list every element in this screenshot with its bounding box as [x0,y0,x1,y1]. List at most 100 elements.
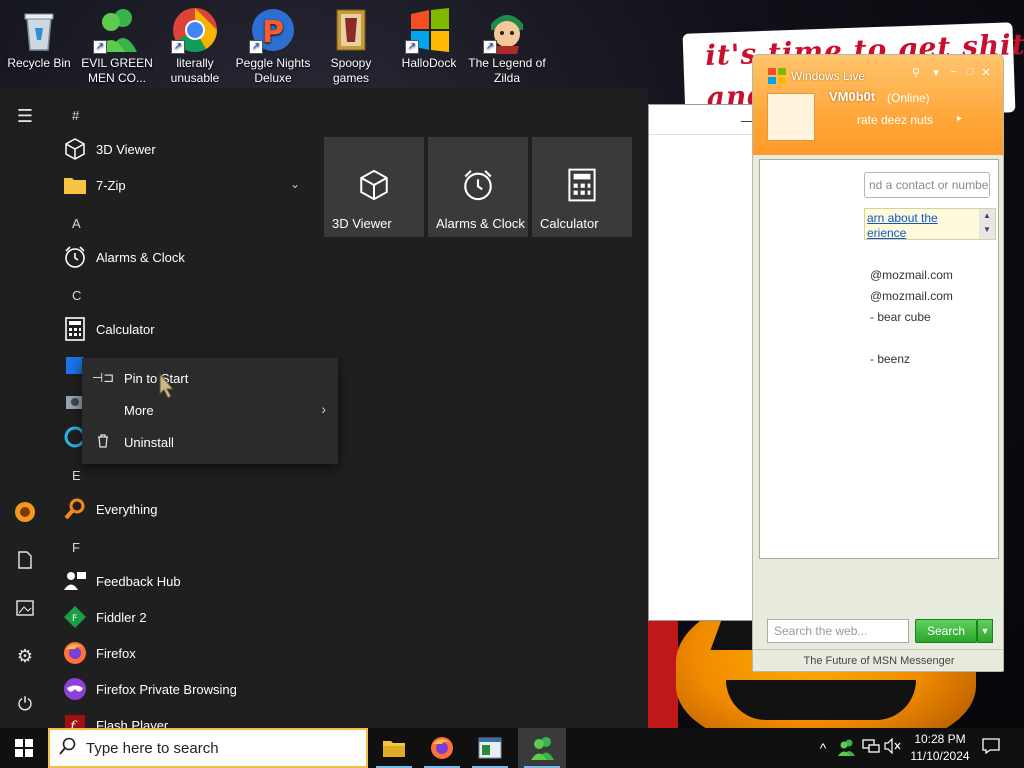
app-label: 3D Viewer [96,141,156,157]
search-contacts-input[interactable]: nd a contact or numbe [864,172,990,198]
messenger-status[interactable]: (Online) [887,91,930,105]
pin-to-start-item[interactable]: ⊣⊐ Pin to Start [82,362,338,394]
web-search-input[interactable]: Search the web... [767,619,909,643]
messenger-maximize-button[interactable]: □ [963,66,977,78]
svg-text:F: F [72,614,77,624]
app-item-alarms-clock[interactable]: Alarms & Clock [62,239,312,275]
taskbar-messenger[interactable] [518,728,566,768]
contact-item[interactable]: @mozmail.com [870,268,953,282]
tile-calculator[interactable]: Calculator [532,137,632,237]
taskbar-firefox[interactable] [418,728,466,768]
contact-item[interactable]: @mozmail.com [870,289,953,303]
start-tiles: 3D Viewer Alarms & Clock Calculator [324,137,636,239]
app-label: Fiddler 2 [96,609,147,625]
messenger-minimize-button[interactable]: − [947,66,961,78]
app-item-flash-player[interactable]: f Flash Player [62,707,312,728]
tile-3d-viewer[interactable]: 3D Viewer [324,137,424,237]
hamburger-menu-icon[interactable]: ☰ [0,92,50,140]
messenger-window[interactable]: Windows Live ⚲ ▾ − □ ✕ VM0b0t (Online) r… [752,54,1004,672]
mouse-cursor-icon [154,372,178,404]
app-label: 7-Zip [96,177,126,193]
app-item-3d-viewer[interactable]: 3D Viewer [62,131,312,167]
calculator-icon [62,316,88,342]
taskbar-window-app[interactable] [466,728,514,768]
avatar[interactable] [767,93,815,141]
desktop-icon-literally-unusable[interactable]: ↗ literally unusable [156,4,234,88]
terminal-window-icon [478,737,502,759]
alarm-clock-icon [460,167,496,203]
desktop-icon-hallodock[interactable]: ↗ HalloDock [390,4,468,88]
desktop-icon-recycle-bin[interactable]: Recycle Bin [0,4,78,88]
messenger-close-button[interactable]: ✕ [979,66,993,79]
taskbar-search-box[interactable]: Type here to search [48,728,368,768]
app-item-7zip[interactable]: 7-Zip ⌄ [62,167,312,203]
messenger-menu-icon[interactable]: ▾ [929,66,943,79]
info-link-line-1[interactable]: arn about the [867,211,938,225]
web-search-button[interactable]: Search [915,619,977,643]
msn-buddies-icon: ↗ [93,6,141,54]
desktop-icon-label: HalloDock [401,56,457,70]
list-header-c[interactable]: C [72,288,81,303]
network-icon[interactable] [862,738,880,758]
desktop-icon-evil-green-men[interactable]: ↗ EVIL GREEN MEN CO... [78,4,156,88]
chevron-down-icon[interactable]: ⌄ [290,177,300,191]
desktop-icon-legend-of-zilda[interactable]: ↗ The Legend of Zilda [468,4,546,88]
clock-date: 11/10/2024 [910,749,970,763]
uninstall-item[interactable]: Uninstall [82,426,338,458]
app-item-everything[interactable]: Everything [62,491,312,527]
list-header-hash[interactable]: # [72,108,79,123]
feedback-people-icon [62,568,88,594]
wallpaper-red-stripe [648,610,678,728]
personal-message[interactable]: rate deez nuts [857,113,933,127]
messenger-username[interactable]: VM0b0t [829,89,875,104]
app-label: Alarms & Clock [96,249,185,265]
power-icon[interactable]: ⏻ [0,680,50,728]
app-label: Feedback Hub [96,573,181,589]
list-header-a[interactable]: A [72,216,81,231]
cube-icon [62,136,88,162]
clock-time: 10:28 PM [914,732,966,746]
firefox-icon [431,737,453,759]
documents-icon[interactable] [0,536,50,584]
start-button[interactable] [0,728,48,768]
zilda-icon: ↗ [483,6,531,54]
msn-messenger-icon [531,737,554,760]
contact-item[interactable]: - beenz [870,352,910,366]
app-label: Firefox [96,645,136,661]
magnifier-icon [62,496,88,522]
pictures-icon[interactable] [0,584,50,632]
tile-label: Calculator [540,216,599,231]
tile-alarms-clock[interactable]: Alarms & Clock [428,137,528,237]
chrome-icon: ↗ [171,6,219,54]
desktop-icon-spoopy-games[interactable]: Spoopy games [312,4,390,88]
app-item-firefox-private[interactable]: Firefox Private Browsing [62,671,312,707]
chevron-down-icon[interactable]: ▼ [977,619,993,643]
user-avatar-icon[interactable] [0,488,50,536]
info-link-line-2[interactable]: erience [867,226,906,240]
pin-icon: ⊣⊐ [91,370,115,385]
desktop-icon-peggle[interactable]: P ↗ Peggle Nights Deluxe [234,4,312,88]
desktop-icon-label: The Legend of Zilda [468,56,546,85]
list-header-e[interactable]: E [72,468,81,483]
recycle-bin-icon [15,6,63,54]
app-item-feedback-hub[interactable]: Feedback Hub [62,563,312,599]
app-item-calculator[interactable]: Calculator [62,311,312,347]
notifications-icon[interactable] [982,738,1000,758]
more-item[interactable]: More › [82,394,338,426]
contact-item[interactable]: - bear cube [870,310,931,324]
list-header-f[interactable]: F [72,540,80,555]
messenger-person-icon[interactable]: ⚲ [909,66,923,79]
tile-label: Alarms & Clock [436,216,525,231]
contact-list-panel: nd a contact or numbe arn about the erie… [759,159,999,559]
msn-tray-icon[interactable] [838,738,856,758]
app-item-fiddler[interactable]: F Fiddler 2 [62,599,312,635]
info-scrollbar[interactable]: ▲ ▼ [979,209,995,239]
app-item-firefox[interactable]: Firefox [62,635,312,671]
app-label: Everything [96,501,158,517]
taskbar-clock[interactable]: 10:28 PM 11/10/2024 [906,731,974,765]
volume-muted-icon[interactable] [884,737,902,758]
settings-icon[interactable]: ⚙ [0,632,50,680]
taskbar-file-explorer[interactable] [370,728,418,768]
chevron-right-icon: › [321,401,326,417]
show-hidden-icons-chevron-up-icon[interactable]: ^ [814,738,832,758]
